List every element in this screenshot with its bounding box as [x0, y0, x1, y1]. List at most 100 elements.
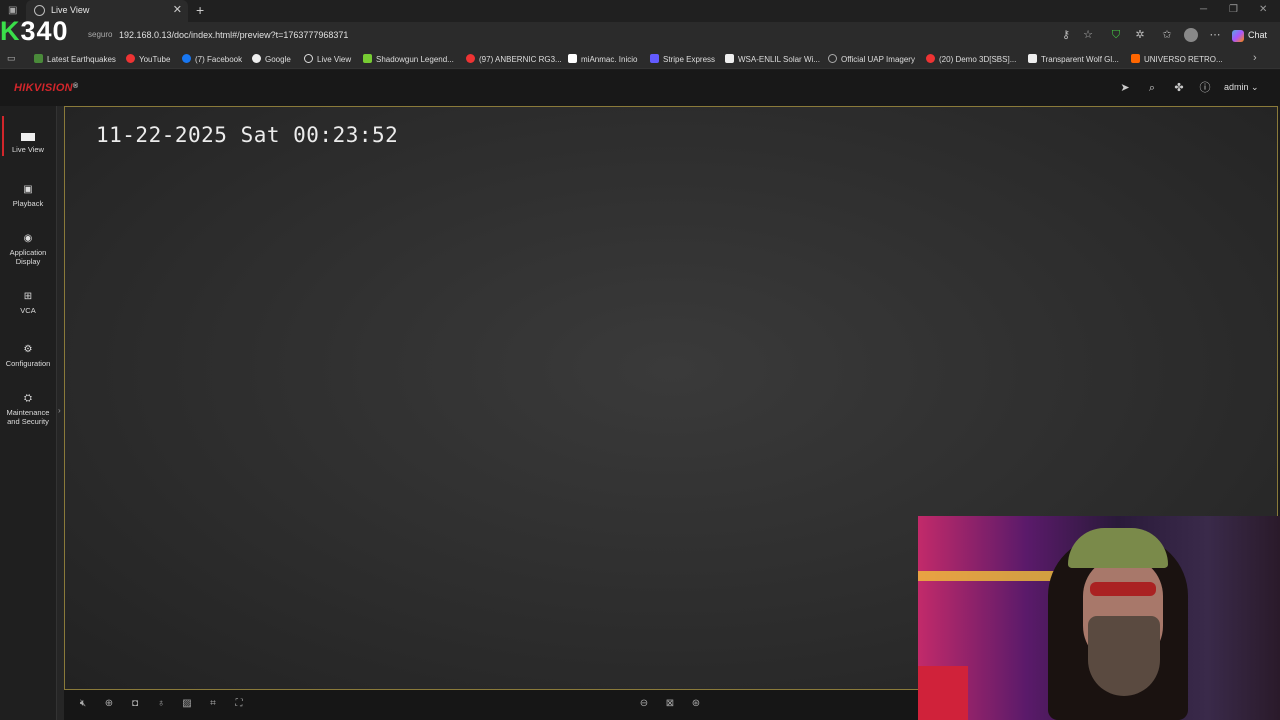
profile-avatar[interactable]: [1184, 28, 1198, 42]
streamer-glasses: [1090, 582, 1156, 596]
bookmarks-menu-icon[interactable]: ▭: [7, 53, 16, 64]
restore-icon[interactable]: ❐: [1229, 4, 1238, 15]
nav-maintenance-security[interactable]: ⛭ Maintenance and Security: [0, 393, 56, 426]
microphone-icon[interactable]: ♁: [154, 697, 168, 711]
bookmark-item[interactable]: (7) Facebook: [182, 54, 242, 64]
stop-icon[interactable]: ⊠: [663, 697, 677, 711]
nav-label: Application Display: [9, 248, 47, 266]
bookmark-favicon-icon: [304, 54, 313, 63]
chair: [918, 666, 968, 720]
webcam-overlay: [918, 516, 1280, 720]
send-icon[interactable]: ➤: [1118, 81, 1132, 95]
more-icon[interactable]: ⋯: [1207, 27, 1223, 43]
tab-favicon-icon: [34, 5, 45, 16]
star-icon[interactable]: ☆: [1080, 27, 1096, 43]
info-icon[interactable]: ⓘ: [1198, 81, 1212, 95]
bookmark-favicon-icon: [1028, 54, 1037, 63]
google-icon: [252, 54, 261, 63]
vca-icon: ⊞: [23, 291, 33, 302]
tab-actions-icon[interactable]: ▣: [8, 5, 17, 16]
hikvision-logo: HIKVISION®: [14, 82, 79, 94]
user-menu[interactable]: admin ⌄: [1224, 82, 1259, 93]
application-icon: ◉: [23, 233, 33, 244]
bookmark-item[interactable]: Latest Earthquakes: [34, 54, 116, 64]
bookmark-item[interactable]: YouTube: [126, 54, 170, 64]
bookmark-favicon-icon: [568, 54, 577, 63]
maintenance-icon: ⛭: [24, 393, 32, 404]
next-icon[interactable]: ⊛: [689, 697, 703, 711]
tab-title: Live View: [51, 5, 90, 15]
new-tab-button[interactable]: +: [196, 2, 204, 18]
bookmark-item[interactable]: (97) ANBERNIC RG3...: [466, 54, 562, 64]
youtube-icon: [126, 54, 135, 63]
bookmark-item[interactable]: Live View: [304, 54, 351, 64]
puzzle-icon[interactable]: ✤: [1172, 81, 1186, 95]
nav-live-view[interactable]: Live View: [0, 131, 56, 154]
streamer-cap: [1068, 528, 1168, 568]
stripe-icon: [650, 54, 659, 63]
streamer-beard: [1088, 616, 1160, 696]
shield-icon[interactable]: ⛉: [1108, 27, 1124, 43]
nav-application-display[interactable]: ◉ Application Display: [0, 233, 56, 266]
bookmark-item[interactable]: miAnmac. Inicio: [568, 54, 637, 64]
bookmark-favicon-icon: [725, 54, 734, 63]
youtube-icon: [466, 54, 475, 63]
bookmark-item[interactable]: Shadowgun Legend...: [363, 54, 454, 64]
camera-icon[interactable]: ◘: [128, 697, 142, 711]
chat-label: Chat: [1248, 30, 1268, 40]
bookmark-item[interactable]: (20) Demo 3D[SBS]...: [926, 54, 1016, 64]
chevron-right-icon[interactable]: ›: [1253, 52, 1257, 64]
youtube-icon: [926, 54, 935, 63]
focus-icon[interactable]: ⌗: [206, 697, 220, 711]
nav-vca[interactable]: ⊞ VCA: [0, 291, 56, 315]
nav-collapse-handle[interactable]: ›: [56, 106, 64, 720]
stream-overlay-counter: K340: [0, 16, 69, 47]
stream-overlay-prefix: K: [0, 16, 21, 46]
bookmark-favicon-icon: [828, 54, 837, 63]
nav-label: Configuration: [5, 359, 51, 368]
bookmark-item[interactable]: Transparent Wolf Gl...: [1028, 54, 1119, 64]
facebook-icon: [182, 54, 191, 63]
bookmark-item[interactable]: WSA-ENLIL Solar Wi...: [725, 54, 820, 64]
close-tab-icon[interactable]: ✕: [173, 3, 182, 16]
favorites-icon[interactable]: ✩: [1159, 27, 1175, 43]
playback-icon: ▣: [23, 184, 33, 195]
nav-configuration[interactable]: ⚙ Configuration: [0, 344, 56, 368]
key-icon[interactable]: ⚷: [1058, 27, 1074, 43]
nav-label: VCA: [20, 306, 36, 315]
bookmark-item[interactable]: UNIVERSO RETRO...: [1131, 54, 1223, 64]
gear-icon: ⚙: [23, 344, 33, 355]
nav-label: Maintenance and Security: [6, 408, 50, 426]
browser-tab-strip: ▣ Live View ✕ + ─ ❐ ✕: [0, 0, 1280, 22]
nav-label: Playback: [12, 199, 44, 208]
neon-shelf: [918, 571, 1058, 581]
live-view-icon: [21, 133, 35, 141]
fullscreen-icon[interactable]: ⛶: [232, 697, 246, 711]
stream-overlay-value: 340: [20, 16, 69, 46]
url-field[interactable]: 192.168.0.13/doc/index.html#/preview?t=1…: [119, 30, 348, 40]
minimize-icon[interactable]: ─: [1200, 4, 1207, 15]
mute-icon[interactable]: 🔇︎: [76, 697, 90, 711]
bookmark-item[interactable]: Stripe Express: [650, 54, 715, 64]
close-window-icon[interactable]: ✕: [1259, 4, 1267, 15]
bookmark-favicon-icon: [1131, 54, 1140, 63]
bookmark-item[interactable]: Official UAP Imagery: [828, 54, 915, 64]
nav-playback[interactable]: ▣ Playback: [0, 184, 56, 208]
copilot-icon: [1232, 29, 1244, 42]
user-name: admin: [1224, 82, 1249, 92]
bookmark-favicon-icon: [34, 54, 43, 63]
zoom-in-icon[interactable]: ⊕: [102, 697, 116, 711]
bookmark-item[interactable]: Google: [252, 54, 291, 64]
nav-label: Live View: [12, 145, 44, 154]
android-icon: [363, 54, 372, 63]
chevron-right-icon: ›: [58, 406, 61, 415]
extensions-icon[interactable]: ✲: [1132, 27, 1148, 43]
chevron-down-icon: ⌄: [1251, 82, 1259, 92]
search-icon[interactable]: ⌕: [1145, 81, 1159, 95]
record-icon[interactable]: ▨: [180, 697, 194, 711]
osd-timestamp: 11-22-2025 Sat 00:23:52: [96, 123, 399, 147]
chat-button[interactable]: Chat: [1232, 27, 1267, 44]
bookmarks-bar: ▭ Latest Earthquakes YouTube (7) Faceboo…: [0, 48, 1280, 69]
previous-icon[interactable]: ⊖: [637, 697, 651, 711]
not-secure-label[interactable]: seguro: [88, 30, 112, 39]
